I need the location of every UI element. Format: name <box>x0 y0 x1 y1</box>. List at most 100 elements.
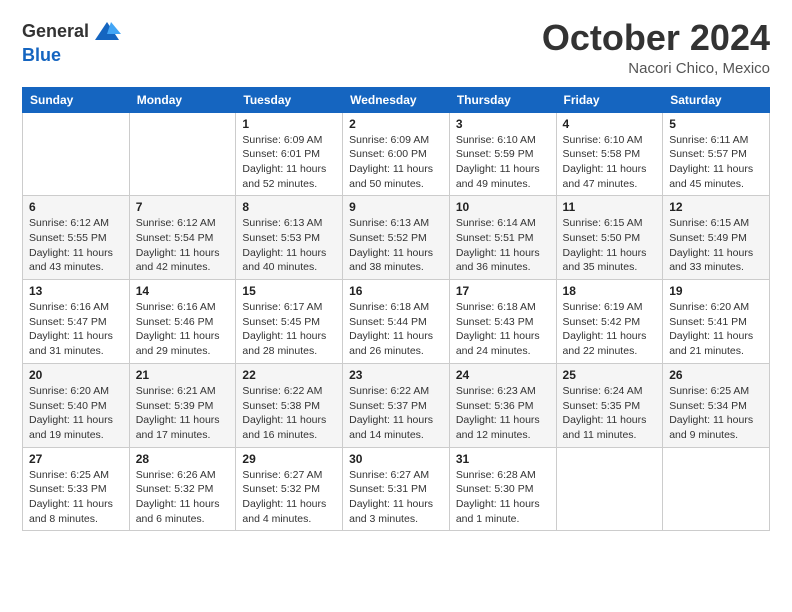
cell-date: 18 <box>563 284 657 298</box>
calendar-cell: 6 Sunrise: 6:12 AMSunset: 5:55 PMDaylight… <box>23 196 130 280</box>
calendar-cell: 30 Sunrise: 6:27 AMSunset: 5:31 PMDayligh… <box>343 447 450 531</box>
cell-info: Sunrise: 6:12 AMSunset: 5:54 PMDaylight:… <box>136 216 230 275</box>
cell-info: Sunrise: 6:27 AMSunset: 5:31 PMDaylight:… <box>349 468 443 527</box>
calendar-cell: 5 Sunrise: 6:11 AMSunset: 5:57 PMDaylight… <box>663 112 770 196</box>
cell-info: Sunrise: 6:22 AMSunset: 5:38 PMDaylight:… <box>242 384 336 443</box>
cell-info: Sunrise: 6:11 AMSunset: 5:57 PMDaylight:… <box>669 133 763 192</box>
cell-date: 21 <box>136 368 230 382</box>
cell-date: 4 <box>563 117 657 131</box>
calendar-cell: 27 Sunrise: 6:25 AMSunset: 5:33 PMDayligh… <box>23 447 130 531</box>
cell-date: 10 <box>456 200 550 214</box>
day-header-wednesday: Wednesday <box>343 87 450 112</box>
cell-date: 19 <box>669 284 763 298</box>
day-header-sunday: Sunday <box>23 87 130 112</box>
calendar-title: October 2024 <box>542 18 770 58</box>
calendar-cell: 3Sunrise: 6:10 AMSunset: 5:59 PMDaylight… <box>449 112 556 196</box>
calendar-cell: 2 Sunrise: 6:09 AMSunset: 6:00 PMDaylight… <box>343 112 450 196</box>
cell-info: Sunrise: 6:18 AMSunset: 5:44 PMDaylight:… <box>349 300 443 359</box>
calendar-cell: 9Sunrise: 6:13 AMSunset: 5:52 PMDaylight… <box>343 196 450 280</box>
header: General Blue October 2024 Nacori Chico, … <box>22 18 770 77</box>
logo-icon <box>93 18 121 46</box>
calendar-cell: 22 Sunrise: 6:22 AMSunset: 5:38 PMDayligh… <box>236 363 343 447</box>
cell-info: Sunrise: 6:12 AMSunset: 5:55 PMDaylight:… <box>29 216 123 275</box>
cell-info: Sunrise: 6:16 AMSunset: 5:47 PMDaylight:… <box>29 300 123 359</box>
calendar-cell: 26 Sunrise: 6:25 AMSunset: 5:34 PMDayligh… <box>663 363 770 447</box>
cell-date: 31 <box>456 452 550 466</box>
calendar-week-3: 13Sunrise: 6:16 AMSunset: 5:47 PMDayligh… <box>23 280 770 364</box>
calendar-cell: 14Sunrise: 6:16 AMSunset: 5:46 PMDayligh… <box>129 280 236 364</box>
calendar-cell: 10Sunrise: 6:14 AMSunset: 5:51 PMDayligh… <box>449 196 556 280</box>
logo-blue-text: Blue <box>22 45 61 65</box>
calendar-subtitle: Nacori Chico, Mexico <box>542 60 770 77</box>
logo: General Blue <box>22 18 121 66</box>
cell-info: Sunrise: 6:20 AMSunset: 5:41 PMDaylight:… <box>669 300 763 359</box>
cell-date: 8 <box>242 200 336 214</box>
logo-general-text: General <box>22 22 89 42</box>
calendar-cell: 15 Sunrise: 6:17 AMSunset: 5:45 PMDayligh… <box>236 280 343 364</box>
calendar-table: SundayMondayTuesdayWednesdayThursdayFrid… <box>22 87 770 532</box>
calendar-week-5: 27 Sunrise: 6:25 AMSunset: 5:33 PMDayligh… <box>23 447 770 531</box>
cell-info: Sunrise: 6:23 AMSunset: 5:36 PMDaylight:… <box>456 384 550 443</box>
cell-date: 24 <box>456 368 550 382</box>
cell-date: 3 <box>456 117 550 131</box>
calendar-cell: 13Sunrise: 6:16 AMSunset: 5:47 PMDayligh… <box>23 280 130 364</box>
calendar-cell: 11 Sunrise: 6:15 AMSunset: 5:50 PMDayligh… <box>556 196 663 280</box>
calendar-cell: 12Sunrise: 6:15 AMSunset: 5:49 PMDayligh… <box>663 196 770 280</box>
cell-info: Sunrise: 6:13 AMSunset: 5:52 PMDaylight:… <box>349 216 443 275</box>
cell-info: Sunrise: 6:10 AMSunset: 5:58 PMDaylight:… <box>563 133 657 192</box>
cell-info: Sunrise: 6:09 AMSunset: 6:00 PMDaylight:… <box>349 133 443 192</box>
cell-info: Sunrise: 6:25 AMSunset: 5:33 PMDaylight:… <box>29 468 123 527</box>
cell-date: 27 <box>29 452 123 466</box>
cell-date: 2 <box>349 117 443 131</box>
cell-date: 15 <box>242 284 336 298</box>
cell-info: Sunrise: 6:24 AMSunset: 5:35 PMDaylight:… <box>563 384 657 443</box>
cell-info: Sunrise: 6:13 AMSunset: 5:53 PMDaylight:… <box>242 216 336 275</box>
cell-date: 23 <box>349 368 443 382</box>
calendar-cell: 19 Sunrise: 6:20 AMSunset: 5:41 PMDayligh… <box>663 280 770 364</box>
cell-info: Sunrise: 6:26 AMSunset: 5:32 PMDaylight:… <box>136 468 230 527</box>
cell-info: Sunrise: 6:16 AMSunset: 5:46 PMDaylight:… <box>136 300 230 359</box>
cell-date: 17 <box>456 284 550 298</box>
calendar-cell: 18 Sunrise: 6:19 AMSunset: 5:42 PMDayligh… <box>556 280 663 364</box>
cell-date: 6 <box>29 200 123 214</box>
title-block: October 2024 Nacori Chico, Mexico <box>542 18 770 77</box>
calendar-cell: 8 Sunrise: 6:13 AMSunset: 5:53 PMDaylight… <box>236 196 343 280</box>
day-header-thursday: Thursday <box>449 87 556 112</box>
cell-info: Sunrise: 6:15 AMSunset: 5:50 PMDaylight:… <box>563 216 657 275</box>
calendar-cell: 24 Sunrise: 6:23 AMSunset: 5:36 PMDayligh… <box>449 363 556 447</box>
calendar-cell: 20Sunrise: 6:20 AMSunset: 5:40 PMDayligh… <box>23 363 130 447</box>
cell-date: 22 <box>242 368 336 382</box>
cell-info: Sunrise: 6:19 AMSunset: 5:42 PMDaylight:… <box>563 300 657 359</box>
calendar-header-row: SundayMondayTuesdayWednesdayThursdayFrid… <box>23 87 770 112</box>
cell-info: Sunrise: 6:18 AMSunset: 5:43 PMDaylight:… <box>456 300 550 359</box>
calendar-week-1: 1Sunrise: 6:09 AMSunset: 6:01 PMDaylight… <box>23 112 770 196</box>
cell-date: 11 <box>563 200 657 214</box>
cell-info: Sunrise: 6:09 AMSunset: 6:01 PMDaylight:… <box>242 133 336 192</box>
calendar-cell: 1Sunrise: 6:09 AMSunset: 6:01 PMDaylight… <box>236 112 343 196</box>
calendar-cell <box>23 112 130 196</box>
cell-info: Sunrise: 6:28 AMSunset: 5:30 PMDaylight:… <box>456 468 550 527</box>
day-header-saturday: Saturday <box>663 87 770 112</box>
cell-info: Sunrise: 6:22 AMSunset: 5:37 PMDaylight:… <box>349 384 443 443</box>
calendar-cell: 31 Sunrise: 6:28 AMSunset: 5:30 PMDayligh… <box>449 447 556 531</box>
calendar-cell: 28 Sunrise: 6:26 AMSunset: 5:32 PMDayligh… <box>129 447 236 531</box>
page: General Blue October 2024 Nacori Chico, … <box>0 0 792 612</box>
cell-info: Sunrise: 6:20 AMSunset: 5:40 PMDaylight:… <box>29 384 123 443</box>
calendar-cell: 4 Sunrise: 6:10 AMSunset: 5:58 PMDaylight… <box>556 112 663 196</box>
day-header-tuesday: Tuesday <box>236 87 343 112</box>
cell-info: Sunrise: 6:21 AMSunset: 5:39 PMDaylight:… <box>136 384 230 443</box>
calendar-week-2: 6 Sunrise: 6:12 AMSunset: 5:55 PMDaylight… <box>23 196 770 280</box>
cell-date: 12 <box>669 200 763 214</box>
cell-date: 26 <box>669 368 763 382</box>
cell-info: Sunrise: 6:17 AMSunset: 5:45 PMDaylight:… <box>242 300 336 359</box>
calendar-cell <box>556 447 663 531</box>
cell-date: 5 <box>669 117 763 131</box>
cell-date: 28 <box>136 452 230 466</box>
calendar-cell: 7 Sunrise: 6:12 AMSunset: 5:54 PMDaylight… <box>129 196 236 280</box>
cell-date: 7 <box>136 200 230 214</box>
calendar-week-4: 20Sunrise: 6:20 AMSunset: 5:40 PMDayligh… <box>23 363 770 447</box>
cell-date: 29 <box>242 452 336 466</box>
cell-date: 30 <box>349 452 443 466</box>
calendar-cell: 17 Sunrise: 6:18 AMSunset: 5:43 PMDayligh… <box>449 280 556 364</box>
cell-info: Sunrise: 6:25 AMSunset: 5:34 PMDaylight:… <box>669 384 763 443</box>
